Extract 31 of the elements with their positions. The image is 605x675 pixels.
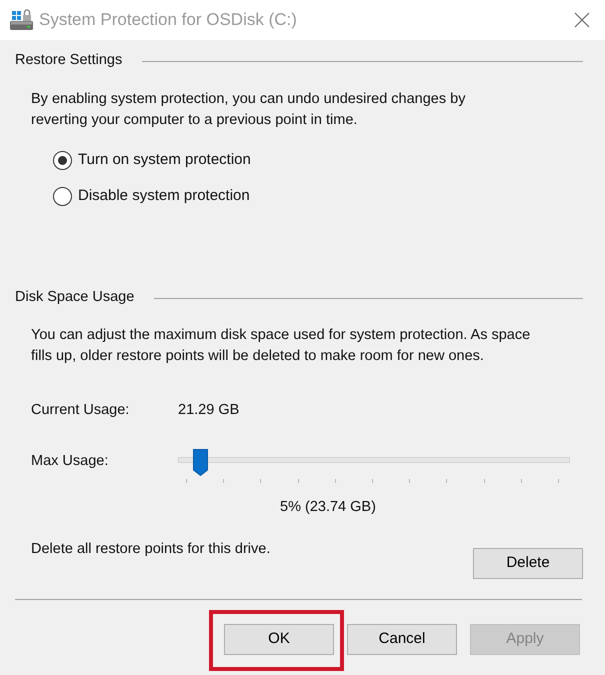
slider-tick <box>409 479 410 483</box>
usage-reading: 5% (23.74 GB) <box>280 499 376 515</box>
drive-icon <box>10 9 33 31</box>
dialog-button[interactable]: Cancel <box>347 624 457 655</box>
description-text: By enabling system protection, you can undo undesired changes by reverting your computer to a previous point in time. <box>31 90 466 130</box>
slider-tick <box>260 479 262 483</box>
delete-description: Delete all restore points for this drive. <box>31 540 270 559</box>
radio-label[interactable]: Turn on system protection <box>78 148 251 172</box>
description-text: You can adjust the maximum disk space used for system protection. As space fills up, older restore points will be deleted to make room for new ones. <box>31 326 532 366</box>
slider-tick <box>558 479 559 483</box>
slider-thumb[interactable] <box>193 449 208 476</box>
slider-tick <box>334 479 336 483</box>
field-label: Max Usage: <box>31 452 110 471</box>
delete-button[interactable]: Delete <box>473 548 583 579</box>
field-value: 21.29 GB <box>178 401 240 420</box>
slider-tick <box>223 479 224 483</box>
radio-button[interactable] <box>53 186 72 206</box>
slider-tick <box>186 479 187 483</box>
slider-tick <box>298 479 299 483</box>
field-label: Current Usage: <box>31 401 130 420</box>
radio-label[interactable]: Disable system protection <box>78 184 250 208</box>
close-icon <box>574 12 590 28</box>
dialog-button[interactable]: OK <box>224 624 334 655</box>
slider-tick <box>520 479 522 483</box>
radio-button[interactable] <box>53 150 72 170</box>
window-title: System Protection for OSDisk (C:) <box>39 9 298 32</box>
group-heading: Disk Space Usage <box>15 288 134 308</box>
slider-tick <box>372 479 373 483</box>
group-heading: Restore Settings <box>15 51 122 70</box>
slider-tick <box>446 479 448 483</box>
slider-track[interactable] <box>178 457 570 463</box>
